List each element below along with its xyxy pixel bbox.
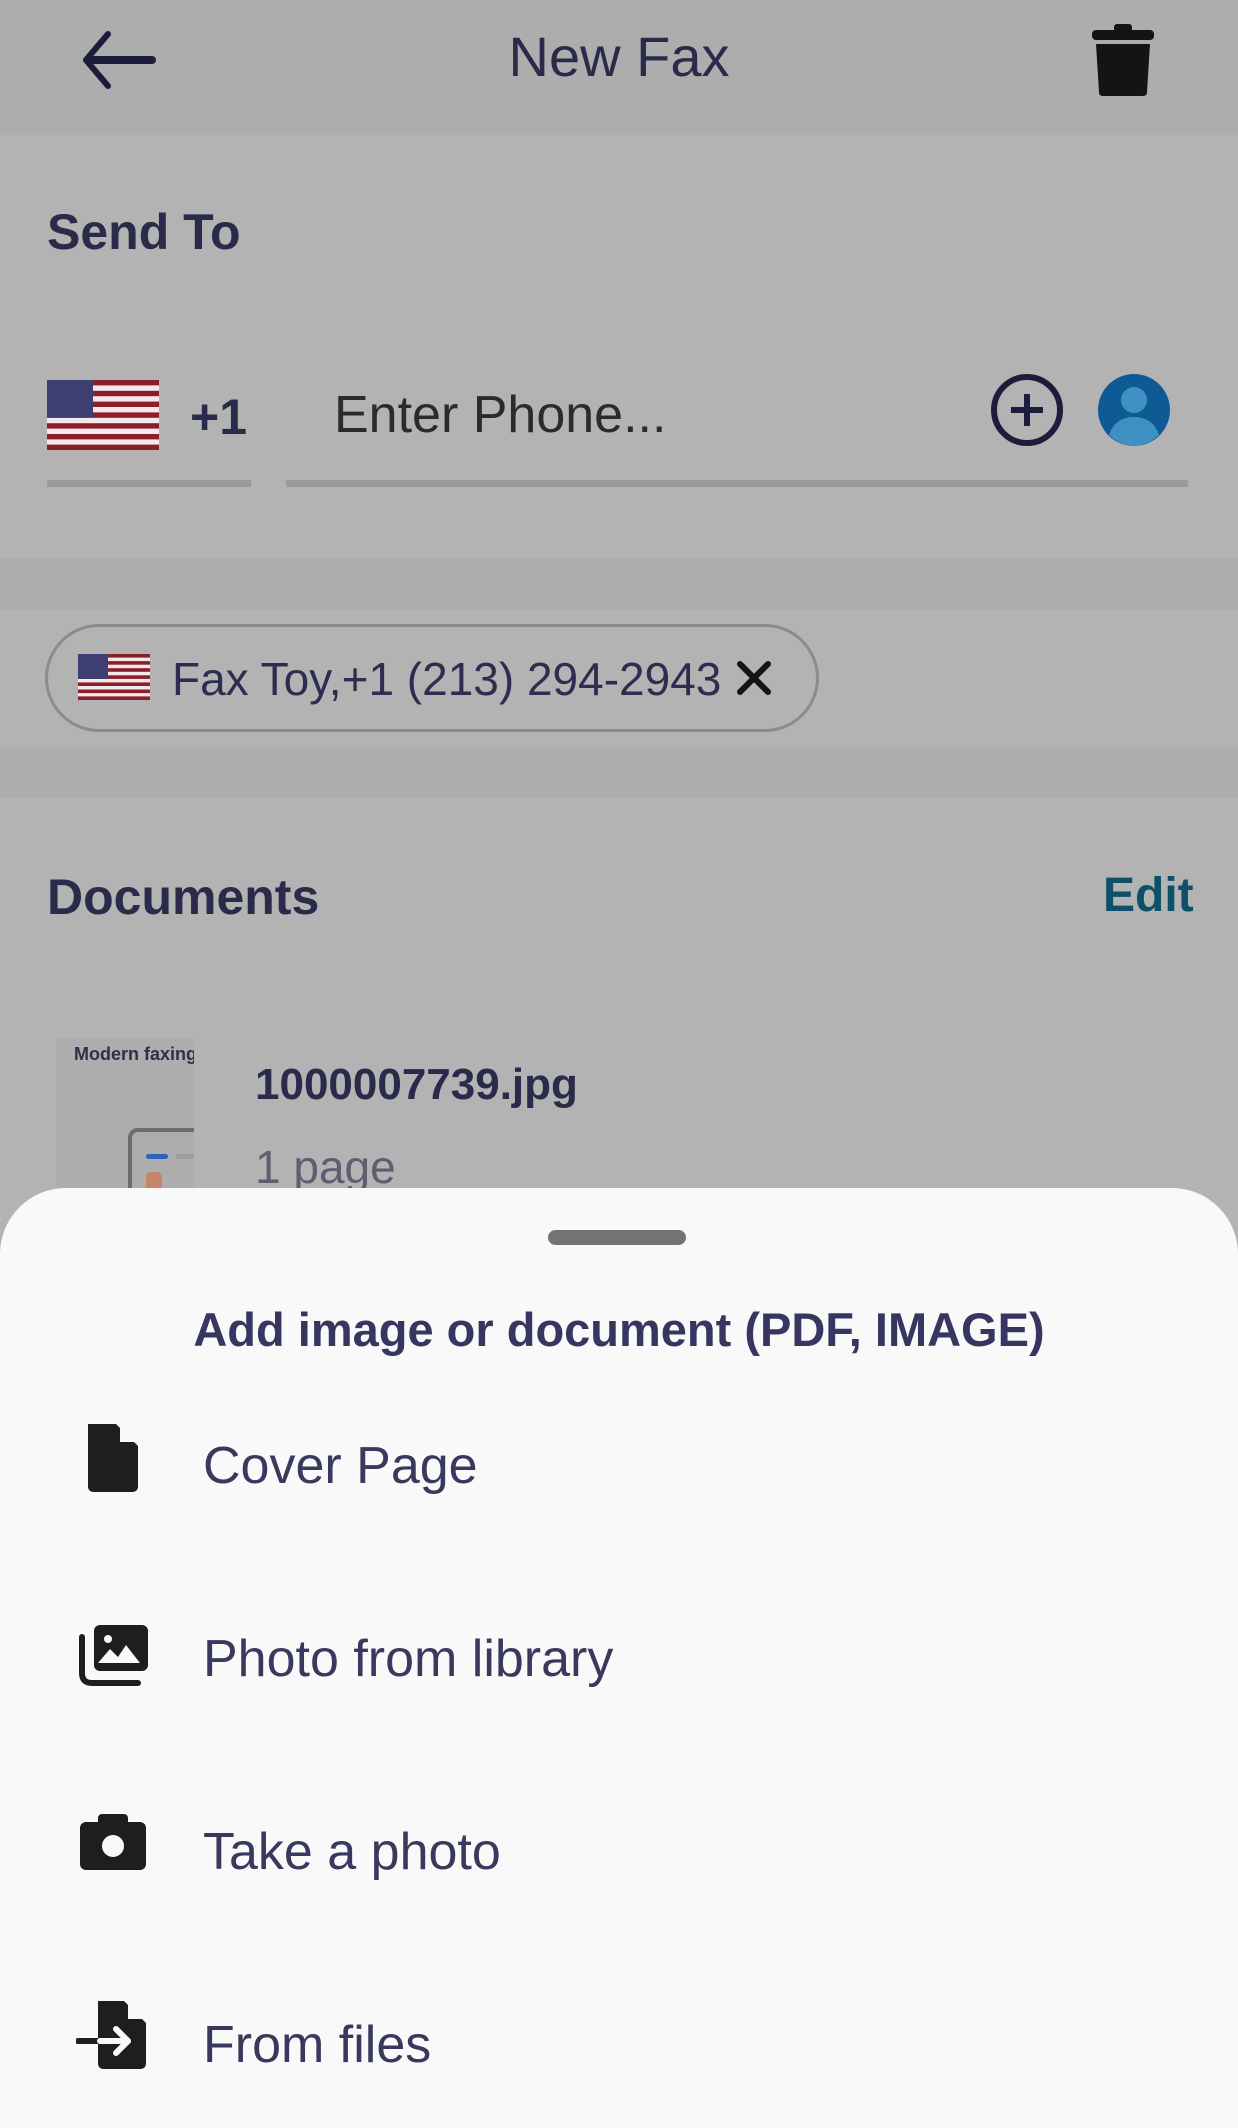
close-icon[interactable]	[732, 656, 776, 700]
sheet-drag-handle[interactable]	[548, 1230, 686, 1245]
thumbnail-line	[176, 1154, 194, 1159]
option-photo-library[interactable]: Photo from library	[0, 1585, 1238, 1735]
document-page-count: 1 page	[255, 1141, 396, 1193]
thumbnail-avatar-icon	[146, 1172, 162, 1188]
country-code[interactable]: +1	[190, 388, 247, 446]
section-divider	[0, 558, 1238, 610]
option-label: From files	[203, 2016, 432, 2074]
us-flag-icon	[78, 654, 150, 700]
document-name[interactable]: 1000007739.jpg	[255, 1060, 578, 1110]
phone-input[interactable]	[286, 375, 966, 455]
option-take-photo[interactable]: Take a photo	[0, 1778, 1238, 1928]
section-divider	[0, 748, 1238, 798]
photo-library-icon	[79, 1625, 148, 1686]
page-title: New Fax	[508, 25, 730, 88]
trash-icon[interactable]	[1090, 22, 1156, 98]
phone-underline	[286, 480, 1188, 487]
sheet-title: Add image or document (PDF, IMAGE)	[193, 1303, 1045, 1356]
documents-heading: Documents	[47, 869, 320, 925]
option-label: Photo from library	[203, 1630, 614, 1688]
country-code-underline	[47, 480, 251, 487]
contact-avatar-icon[interactable]	[1097, 373, 1171, 447]
recipient-label: Fax Toy,+1 (213) 294-2943	[172, 653, 722, 705]
plus-circle-icon[interactable]	[990, 373, 1064, 447]
camera-icon	[80, 1814, 146, 1870]
option-cover-page[interactable]: Cover Page	[0, 1392, 1238, 1542]
option-label: Cover Page	[203, 1437, 478, 1495]
thumbnail-bar	[146, 1154, 168, 1159]
document-thumbnail[interactable]: Modern faxing	[56, 1038, 194, 1188]
option-label: Take a photo	[203, 1823, 501, 1881]
file-icon	[88, 1424, 138, 1492]
file-import-icon	[76, 2001, 146, 2069]
thumbnail-caption: Modern faxing	[74, 1044, 194, 1064]
edit-documents-button[interactable]: Edit	[1103, 868, 1194, 923]
send-to-section	[0, 135, 1238, 558]
thumbnail-illustration	[128, 1128, 194, 1188]
us-flag-icon[interactable]	[47, 380, 159, 450]
send-to-heading: Send To	[47, 204, 241, 260]
option-from-files[interactable]: From files	[0, 1971, 1238, 2121]
